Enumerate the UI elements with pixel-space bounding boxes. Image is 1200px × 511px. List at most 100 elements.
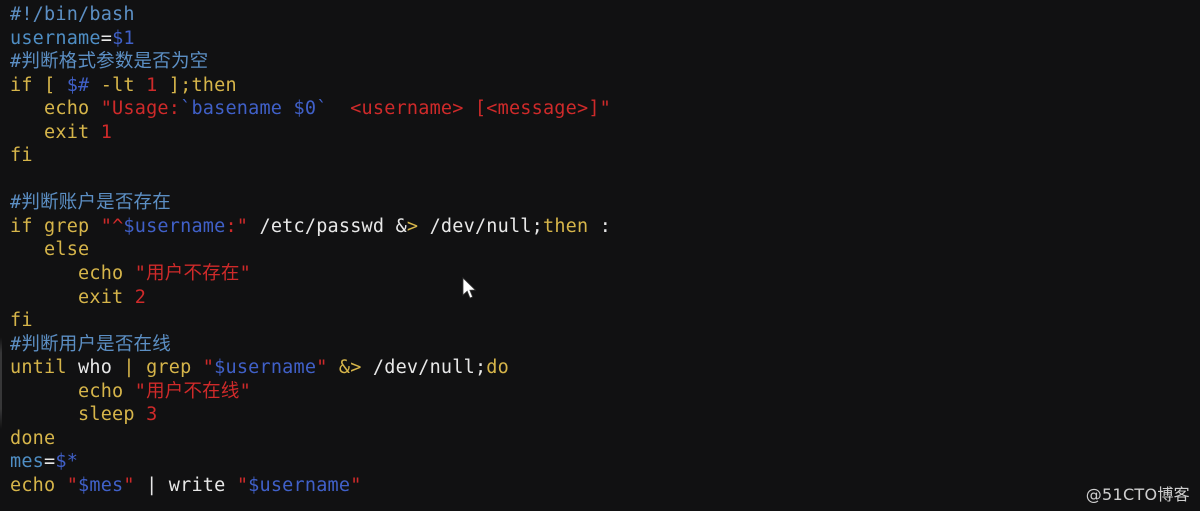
token-backtick-open: ` [180,98,192,120]
code-line[interactable]: echo "$mes" | write "$username" [10,474,1190,498]
token-shebang: #!/bin/bash [10,4,135,25]
token-assignment-name: mes [10,451,45,473]
token-string-user-offline: "用户不在线" [134,380,251,402]
token-equals: = [100,27,113,49]
token-string-close: :" [225,215,249,237]
code-line[interactable]: #判断格式参数是否为空 [10,50,1190,74]
token-number: 2 [134,286,147,308]
token-keyword-echo: echo [78,263,124,285]
token-string-user-not-exist: "用户不存在" [134,263,251,285]
code-line[interactable]: sleep 3 [10,403,1190,427]
code-line[interactable]: #判断用户是否在线 [10,333,1190,357]
token-string-args: <username> [<message>]" [350,98,611,120]
token-bracket-open: [ [44,74,56,96]
editor-gutter-edge [0,0,2,511]
token-colon-noop: : [599,215,612,237]
token-variable-argcount: $# [66,74,90,96]
code-line[interactable]: mes=$* [10,450,1190,474]
code-line[interactable]: echo "用户不在线" [10,380,1190,404]
code-line[interactable]: #!/bin/bash [10,3,1190,27]
code-line[interactable]: else [10,238,1190,262]
token-keyword-exit: exit [78,286,124,308]
code-line[interactable]: exit 2 [10,286,1190,310]
code-line[interactable]: until who | grep "$username" &> /dev/nul… [10,356,1190,380]
token-keyword-if: if [10,74,33,96]
token-quote-close: " [350,474,362,496]
token-number: 1 [146,74,158,96]
token-variable-username: $username [214,357,317,379]
token-number: 3 [146,404,158,426]
code-editor-content[interactable]: #!/bin/bash username=$1 #判断格式参数是否为空 if [… [10,3,1190,497]
token-keyword-if: if [10,215,33,237]
token-command-who: who [78,357,113,379]
code-line-blank[interactable] [10,168,1190,192]
token-comment: #判断账户是否存在 [10,192,171,214]
token-ampersand: & [395,215,407,237]
watermark-text: @51CTO博客 [1085,485,1190,504]
code-line[interactable]: username=$1 [10,27,1190,51]
token-pipe: | [123,357,135,379]
code-line[interactable]: #判断账户是否存在 [10,191,1190,215]
token-ampersand: & [338,357,351,379]
token-keyword-sleep: sleep [78,404,135,426]
token-bracket-close-then: ];then [168,74,237,96]
token-backtick-close: ` [316,98,328,120]
token-keyword-fi: fi [10,310,33,332]
code-line[interactable]: fi [10,309,1190,333]
token-comment: #判断格式参数是否为空 [10,51,209,73]
token-keyword-echo: echo [10,474,56,496]
token-number: 1 [100,121,113,143]
token-path-devnull: /dev/null; [429,215,543,237]
token-keyword-echo: echo [44,98,90,120]
token-operator-lt: -lt [100,74,135,96]
token-command-grep: grep [146,357,192,379]
code-line[interactable]: if [ $# -lt 1 ];then [10,74,1190,98]
token-variable-username: $username [248,474,351,496]
token-path-devnull: /dev/null; [372,357,487,379]
code-line[interactable]: done [10,427,1190,451]
token-keyword-echo: echo [78,380,124,402]
token-redirect: > [406,215,419,237]
token-variable: $1 [112,27,135,49]
token-keyword-do: do [486,357,509,379]
code-line[interactable]: if grep "^$username:" /etc/passwd &> /de… [10,215,1190,239]
token-assignment-name: username [10,27,101,49]
token-variable-mes: $mes [78,474,124,496]
code-line[interactable]: echo "Usage:`basename $0` <username> [<m… [10,97,1190,121]
token-keyword-then: then [542,215,589,237]
code-line[interactable]: fi [10,144,1190,168]
code-line[interactable]: exit 1 [10,121,1190,145]
token-quote-close: " [316,357,328,379]
token-string-open: "^ [100,215,124,237]
code-line[interactable]: echo "用户不存在" [10,262,1190,286]
token-equals: = [44,451,56,473]
token-command-grep: grep [44,215,90,237]
token-variable-scriptname: $0 [293,98,317,120]
token-keyword-fi: fi [10,145,33,167]
